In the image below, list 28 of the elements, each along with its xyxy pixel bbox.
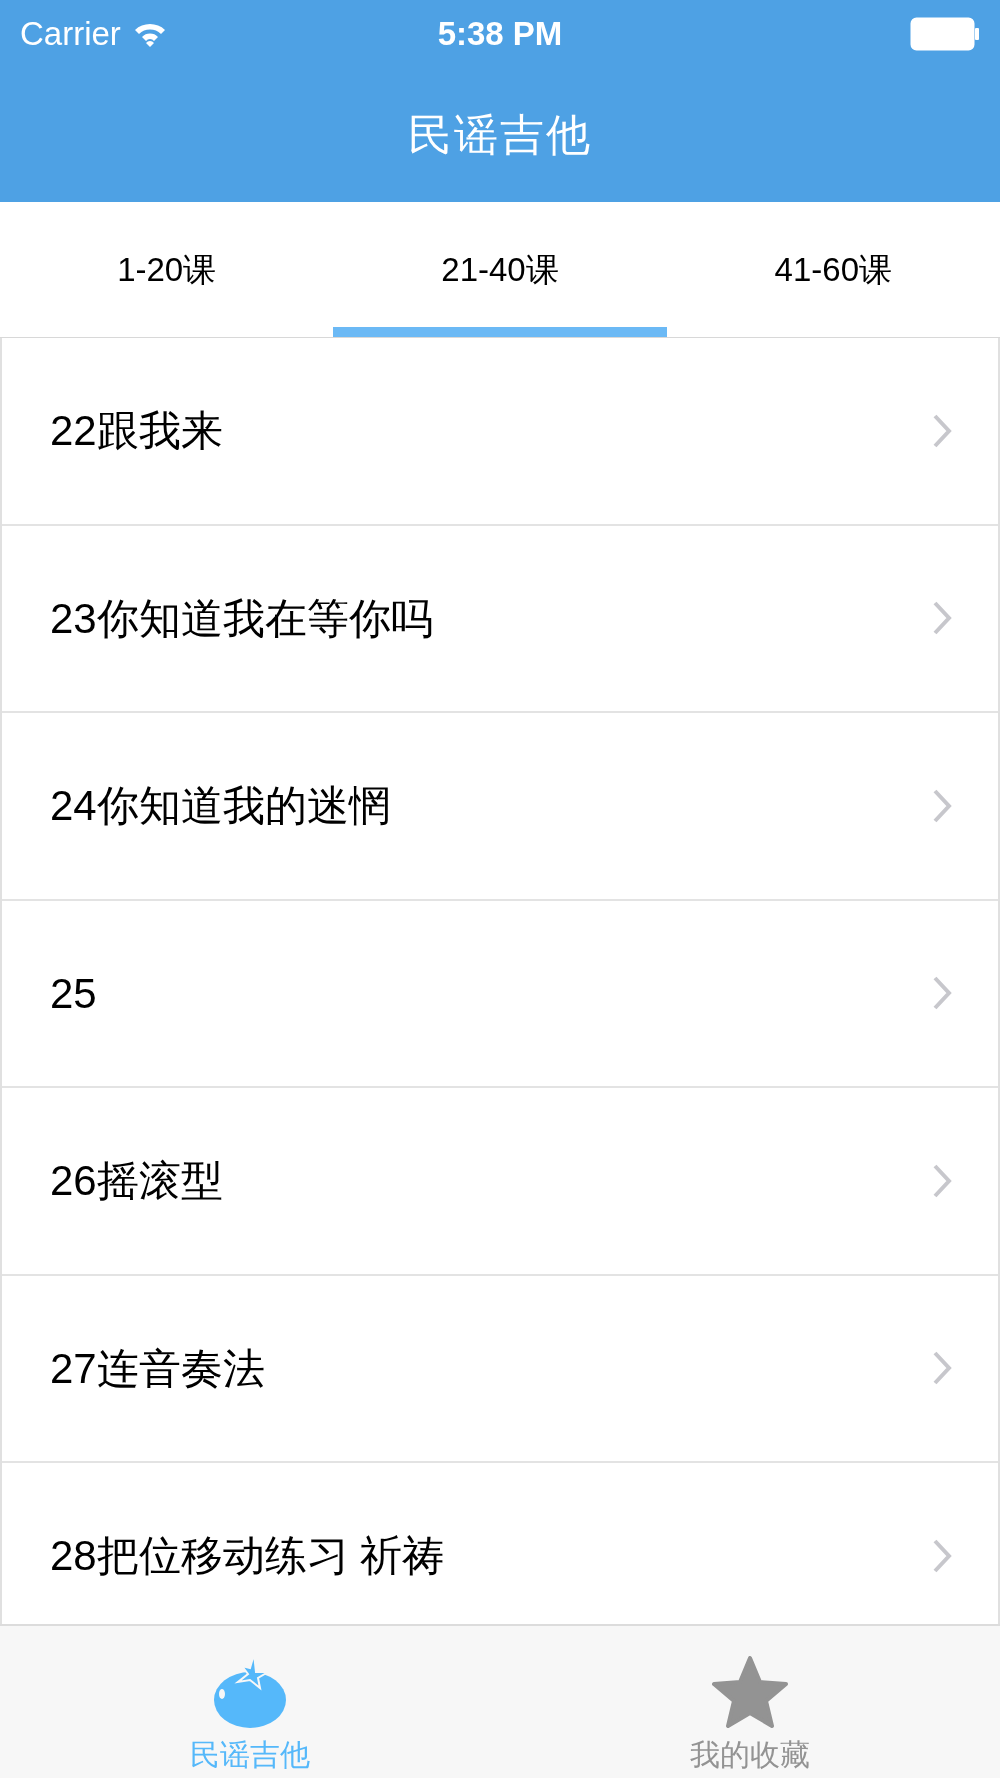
lesson-title: 22跟我来 — [50, 406, 224, 457]
star-icon — [712, 1656, 788, 1728]
chevron-icon — [932, 412, 952, 449]
chevron-icon — [932, 600, 952, 637]
segment-tab[interactable]: 41-60课 — [666, 202, 1000, 337]
carrier-label: Carrier — [20, 14, 121, 55]
lesson-title: 27连音奏法 — [50, 1343, 266, 1394]
clock-time: 5:38 PM — [437, 14, 563, 55]
lesson-row[interactable]: 26摇滚型 — [2, 1088, 998, 1276]
lesson-row[interactable]: 22跟我来 — [2, 338, 998, 526]
chevron-icon — [932, 975, 952, 1012]
chevron-icon — [932, 787, 952, 824]
chevron-icon — [932, 1162, 952, 1199]
lesson-row[interactable]: 24你知道我的迷惘 — [2, 713, 998, 901]
chevron-icon — [932, 1350, 952, 1387]
battery-icon — [910, 17, 980, 51]
segment-tab[interactable]: 21-40课 — [333, 202, 667, 337]
lesson-title: 25 — [50, 968, 98, 1019]
segment-tab[interactable]: 1-20课 — [0, 202, 334, 337]
chevron-icon — [932, 1537, 952, 1574]
lesson-title: 24你知道我的迷惘 — [50, 781, 392, 832]
lesson-title: 23你知道我在等你吗 — [50, 593, 434, 644]
page-title: 民谣吉他 — [407, 109, 593, 161]
lesson-row[interactable]: 23你知道我在等你吗 — [2, 525, 998, 713]
lesson-title: 28把位移动练习 祈祷 — [50, 1531, 446, 1582]
lesson-row[interactable]: 25 — [2, 900, 998, 1088]
lesson-row[interactable]: 27连音奏法 — [2, 1275, 998, 1463]
lesson-title: 26摇滚型 — [50, 1156, 224, 1207]
